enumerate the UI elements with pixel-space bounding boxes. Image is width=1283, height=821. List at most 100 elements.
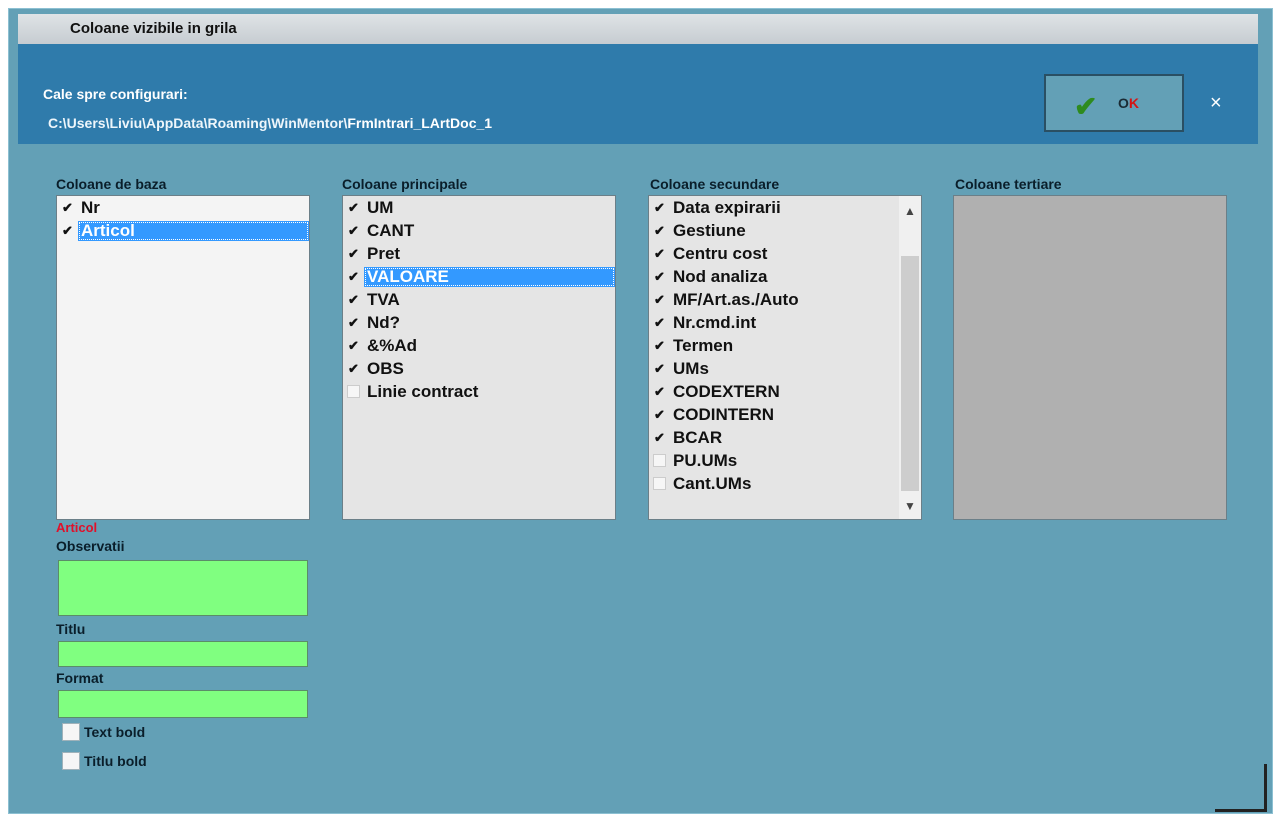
checkbox-checked-icon[interactable]: ✔ (347, 362, 360, 375)
list-item-label: Data expirarii (673, 197, 781, 217)
list-coloane-baza[interactable]: ✔ Nr ✔ Articol (56, 195, 310, 520)
list-item-label: Nod analiza (673, 266, 768, 286)
list-item[interactable]: ✔ VALOARE (343, 265, 615, 288)
col-tertiare-title: Coloane tertiare (955, 176, 1062, 192)
list-item[interactable]: PU.UMs (649, 449, 921, 472)
text-bold-checkbox[interactable]: Text bold (62, 723, 145, 741)
resize-grip[interactable] (1215, 764, 1267, 812)
list-item[interactable]: ✔ Nr (57, 196, 309, 219)
ok-label: OK (1118, 95, 1140, 111)
format-field[interactable] (58, 690, 308, 718)
checkbox-checked-icon[interactable]: ✔ (347, 316, 360, 329)
ok-button[interactable]: ✔ OK (1044, 74, 1184, 132)
list-item-label: UMs (673, 358, 709, 378)
list-item[interactable]: ✔ CODEXTERN (649, 380, 921, 403)
checkbox-checked-icon[interactable]: ✔ (653, 385, 666, 398)
list-item-label: VALOARE (364, 266, 615, 287)
config-path: C:\Users\Liviu\AppData\Roaming\WinMentor… (48, 115, 492, 131)
list-coloane-tertiare[interactable] (953, 195, 1227, 520)
list-item-label: MF/Art.as./Auto (673, 289, 799, 309)
list-item-label: Linie contract (367, 381, 479, 401)
list-item-label: Nr.cmd.int (673, 312, 757, 332)
list-item[interactable]: ✔ Articol (57, 219, 309, 242)
list-item-label: Gestiune (673, 220, 746, 240)
checkbox-unchecked-icon[interactable] (653, 454, 666, 467)
checkbox-checked-icon[interactable]: ✔ (653, 339, 666, 352)
scroll-thumb[interactable] (901, 256, 919, 491)
list-coloane-principale[interactable]: ✔ UM ✔ CANT ✔ Pret ✔ VALOARE ✔ TVA ✔ Nd? ✔ &%Ad ✔ OBS Li… (342, 195, 616, 520)
list-item-label: PU.UMs (673, 450, 738, 470)
list-item-label: Centru cost (673, 243, 768, 263)
list-item-label: Articol (78, 220, 309, 241)
titlu-bold-checkbox[interactable]: Titlu bold (62, 752, 147, 770)
checkbox-checked-icon[interactable]: ✔ (347, 224, 360, 237)
checkbox-box[interactable] (62, 723, 80, 741)
path-label: Cale spre configurari: (43, 86, 188, 102)
titlu-bold-label: Titlu bold (84, 753, 147, 769)
checkbox-checked-icon[interactable]: ✔ (653, 362, 666, 375)
list-item[interactable]: ✔ BCAR (649, 426, 921, 449)
list-item[interactable]: ✔ Nd? (343, 311, 615, 334)
list-item-label: Nd? (367, 312, 401, 332)
checkbox-checked-icon[interactable]: ✔ (347, 293, 360, 306)
checkbox-checked-icon[interactable]: ✔ (61, 201, 74, 214)
checkbox-checked-icon[interactable]: ✔ (653, 431, 666, 444)
close-icon[interactable]: × (1210, 92, 1222, 115)
list-item[interactable]: ✔ CODINTERN (649, 403, 921, 426)
text-bold-label: Text bold (84, 724, 146, 740)
config-header: Cale spre configurari: C:\Users\Liviu\Ap… (18, 44, 1258, 144)
checkbox-checked-icon[interactable]: ✔ (347, 339, 360, 352)
list-item-label: Cant.UMs (673, 473, 752, 493)
list-item[interactable]: ✔ Gestiune (649, 219, 921, 242)
observatii-field[interactable] (58, 560, 308, 616)
col-baza-title: Coloane de baza (56, 176, 167, 192)
checkbox-checked-icon[interactable]: ✔ (653, 316, 666, 329)
list-item-label: Termen (673, 335, 734, 355)
scroll-down-icon[interactable]: ▼ (899, 495, 921, 517)
list-item[interactable]: ✔ OBS (343, 357, 615, 380)
list-coloane-secundare[interactable]: ✔ Data expirarii ✔ Gestiune ✔ Centru cost ✔ Nod… (648, 195, 922, 520)
list-item[interactable]: ✔ Data expirarii (649, 196, 921, 219)
checkbox-checked-icon[interactable]: ✔ (653, 293, 666, 306)
checkbox-checked-icon[interactable]: ✔ (653, 247, 666, 260)
dialog-title: Coloane vizibile in grila (70, 20, 237, 37)
list-item[interactable]: ✔ UMs (649, 357, 921, 380)
checkbox-unchecked-icon[interactable] (653, 477, 666, 490)
col-secundare-title: Coloane secundare (650, 176, 780, 192)
format-label: Format (56, 670, 104, 686)
titlu-field[interactable] (58, 641, 308, 667)
list-item[interactable]: ✔ MF/Art.as./Auto (649, 288, 921, 311)
checkbox-checked-icon[interactable]: ✔ (653, 408, 666, 421)
checkbox-checked-icon[interactable]: ✔ (653, 270, 666, 283)
selected-column-name: Articol (56, 520, 98, 535)
list-item[interactable]: Linie contract (343, 380, 615, 403)
checkbox-checked-icon[interactable]: ✔ (653, 224, 666, 237)
list-item[interactable]: ✔ Nr.cmd.int (649, 311, 921, 334)
checkbox-checked-icon[interactable]: ✔ (347, 270, 360, 283)
list-item[interactable]: ✔ CANT (343, 219, 615, 242)
checkbox-checked-icon[interactable]: ✔ (653, 201, 666, 214)
checkbox-checked-icon[interactable]: ✔ (347, 201, 360, 214)
list-item[interactable]: ✔ &%Ad (343, 334, 615, 357)
list-item-label: &%Ad (367, 335, 418, 355)
list-item[interactable]: ✔ Termen (649, 334, 921, 357)
list-item[interactable]: ✔ TVA (343, 288, 615, 311)
list-item-label: CODEXTERN (673, 381, 780, 401)
checkbox-unchecked-icon[interactable] (347, 385, 360, 398)
list-item[interactable]: ✔ Nod analiza (649, 265, 921, 288)
list-item[interactable]: ✔ Pret (343, 242, 615, 265)
list-scrollbar[interactable]: ▲ ▼ (899, 196, 921, 519)
path-prefix: C:\Users\Liviu\AppData\Roaming\WinMentor… (48, 115, 348, 131)
list-item[interactable]: ✔ UM (343, 196, 615, 219)
list-item[interactable]: Cant.UMs (649, 472, 921, 495)
dialog-titlebar: Coloane vizibile in grila (18, 14, 1258, 44)
list-item[interactable]: ✔ Centru cost (649, 242, 921, 265)
path-highlight: FrmIntrari_LArtDoc_1 (347, 115, 493, 131)
scroll-up-icon[interactable]: ▲ (899, 200, 921, 222)
list-item-label: TVA (367, 289, 400, 309)
checkbox-checked-icon[interactable]: ✔ (61, 224, 74, 237)
checkbox-box[interactable] (62, 752, 80, 770)
list-item-label: Nr (81, 197, 100, 217)
checkbox-checked-icon[interactable]: ✔ (347, 247, 360, 260)
list-item-label: Pret (367, 243, 401, 263)
